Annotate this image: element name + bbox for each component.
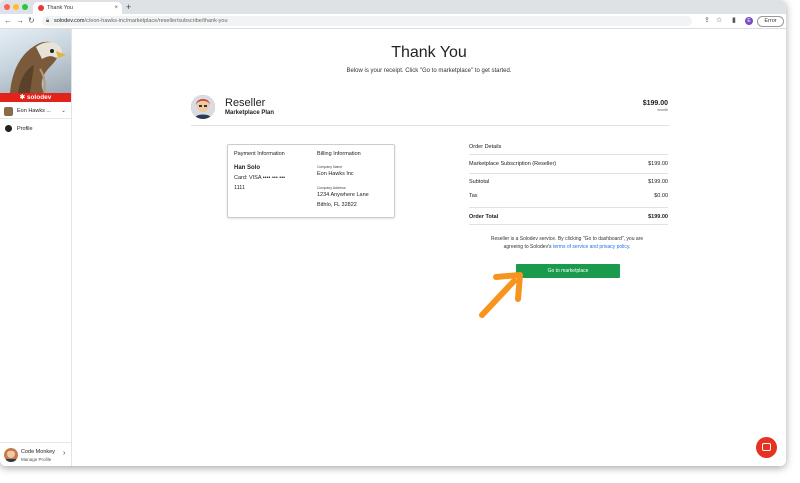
payment-name: Han Solo [234, 165, 261, 171]
browser-window: Thank You × + ← → ↻ 🔒︎ solodev.com/c/eon… [0, 0, 786, 466]
chat-button[interactable] [756, 437, 777, 458]
error-button[interactable]: Error [757, 16, 784, 27]
close-window-icon[interactable] [4, 4, 10, 10]
reload-icon[interactable]: ↻ [28, 16, 35, 26]
terms-line: agreeing to Solodev's [503, 244, 553, 250]
company-avatar [4, 107, 13, 116]
profile-avatar-icon[interactable]: E [745, 17, 753, 25]
company-switcher[interactable]: Eon Hawks ... ⌄ [0, 104, 71, 119]
manage-profile-link[interactable]: Manage Profile [21, 457, 51, 462]
sidebar-item-label: Profile [17, 126, 33, 132]
sidebar: ✱ solodev Eon Hawks ... ⌄ Profile Code M… [0, 29, 72, 466]
terms-notice: Reseller is a Solodev service. By clicki… [462, 235, 672, 251]
order-total-label: Order Total [469, 214, 499, 220]
lock-icon: 🔒︎ [46, 18, 50, 24]
new-tab-button[interactable]: + [126, 1, 131, 13]
user-name: Code Monkey [21, 449, 55, 455]
hawk-image [0, 29, 71, 93]
payment-card: Card: VISA •••• ••• ••• [234, 175, 286, 181]
avatar [4, 448, 18, 462]
order-total-value: $199.00 [648, 214, 668, 220]
tab-bar: Thank You × + [0, 0, 786, 14]
tab-close-icon[interactable]: × [114, 2, 118, 14]
plan-price: $199.00 [642, 100, 668, 107]
tab-title: Thank You [47, 5, 73, 11]
subtotal-value: $199.00 [648, 179, 668, 185]
terms-line: Reseller is a Solodev service. By clicki… [490, 236, 644, 242]
page-subtitle: Below is your receipt. Click "Go to mark… [346, 68, 512, 74]
order-item-value: $199.00 [648, 161, 668, 167]
tax-label: Tax [469, 193, 478, 199]
sidebar-panel-icon[interactable]: ▮ [732, 16, 736, 26]
divider [469, 207, 668, 208]
terms-line: . [628, 244, 631, 250]
plan-price-period: /month [657, 108, 668, 112]
chevron-down-icon: ⌄ [61, 108, 67, 114]
tax-value: $0.00 [654, 193, 668, 199]
profile-icon [5, 125, 12, 132]
order-details-heading: Order Details [469, 144, 502, 150]
plan-avatar [191, 95, 215, 119]
payment-card-suffix: 1111 [234, 185, 246, 191]
user-menu[interactable]: Code Monkey Manage Profile › [0, 442, 71, 466]
order-item-label: Marketplace Subscription (Reseller) [469, 161, 557, 167]
main-content: Thank You Below is your receipt. Click "… [72, 29, 786, 466]
bookmark-star-icon[interactable]: ☆ [716, 16, 722, 26]
url-text: solodev.com/c/eon-hawks-inc/marketplace/… [54, 18, 228, 24]
terms-link[interactable]: terms of service and privacy policy [553, 244, 629, 250]
share-icon[interactable]: ⇪ [704, 16, 710, 26]
minimize-window-icon[interactable] [13, 4, 19, 10]
address-bar[interactable]: 🔒︎ solodev.com/c/eon-hawks-inc/marketpla… [42, 16, 692, 26]
forward-arrow-icon[interactable]: → [16, 16, 24, 26]
divider [469, 224, 668, 225]
toolbar: ← → ↻ 🔒︎ solodev.com/c/eon-hawks-inc/mar… [0, 14, 786, 29]
pointer-arrow-icon [479, 272, 523, 318]
company-name-caption: Company Name [317, 165, 343, 169]
billing-address-line2: Bithlo, FL 32822 [317, 202, 357, 208]
maximize-window-icon[interactable] [22, 4, 28, 10]
divider [191, 125, 669, 126]
subtotal-label: Subtotal [469, 179, 490, 185]
tab-thank-you[interactable]: Thank You × [33, 2, 122, 14]
page-title: Thank You [391, 44, 467, 61]
company-address-caption: Company Address [317, 186, 346, 190]
solodev-logo: ✱ solodev [0, 93, 71, 102]
billing-company: Eon Hawks Inc [317, 171, 354, 177]
divider [469, 154, 668, 155]
plan-title: Reseller [225, 97, 266, 109]
solodev-favicon-icon [38, 5, 44, 11]
plan-subtitle: Marketplace Plan [225, 110, 275, 116]
company-name: Eon Hawks ... [17, 108, 51, 114]
payment-heading: Payment Information [234, 151, 285, 157]
billing-address-line1: 1234 Anywhere Lane [317, 192, 369, 198]
payment-billing-card: Payment Information Han Solo Card: VISA … [227, 144, 395, 218]
divider [469, 173, 668, 174]
billing-heading: Billing Information [317, 151, 361, 157]
chevron-right-icon: › [63, 450, 66, 457]
sidebar-item-profile[interactable]: Profile [0, 123, 71, 135]
back-arrow-icon[interactable]: ← [4, 16, 12, 26]
chat-icon [762, 443, 771, 451]
